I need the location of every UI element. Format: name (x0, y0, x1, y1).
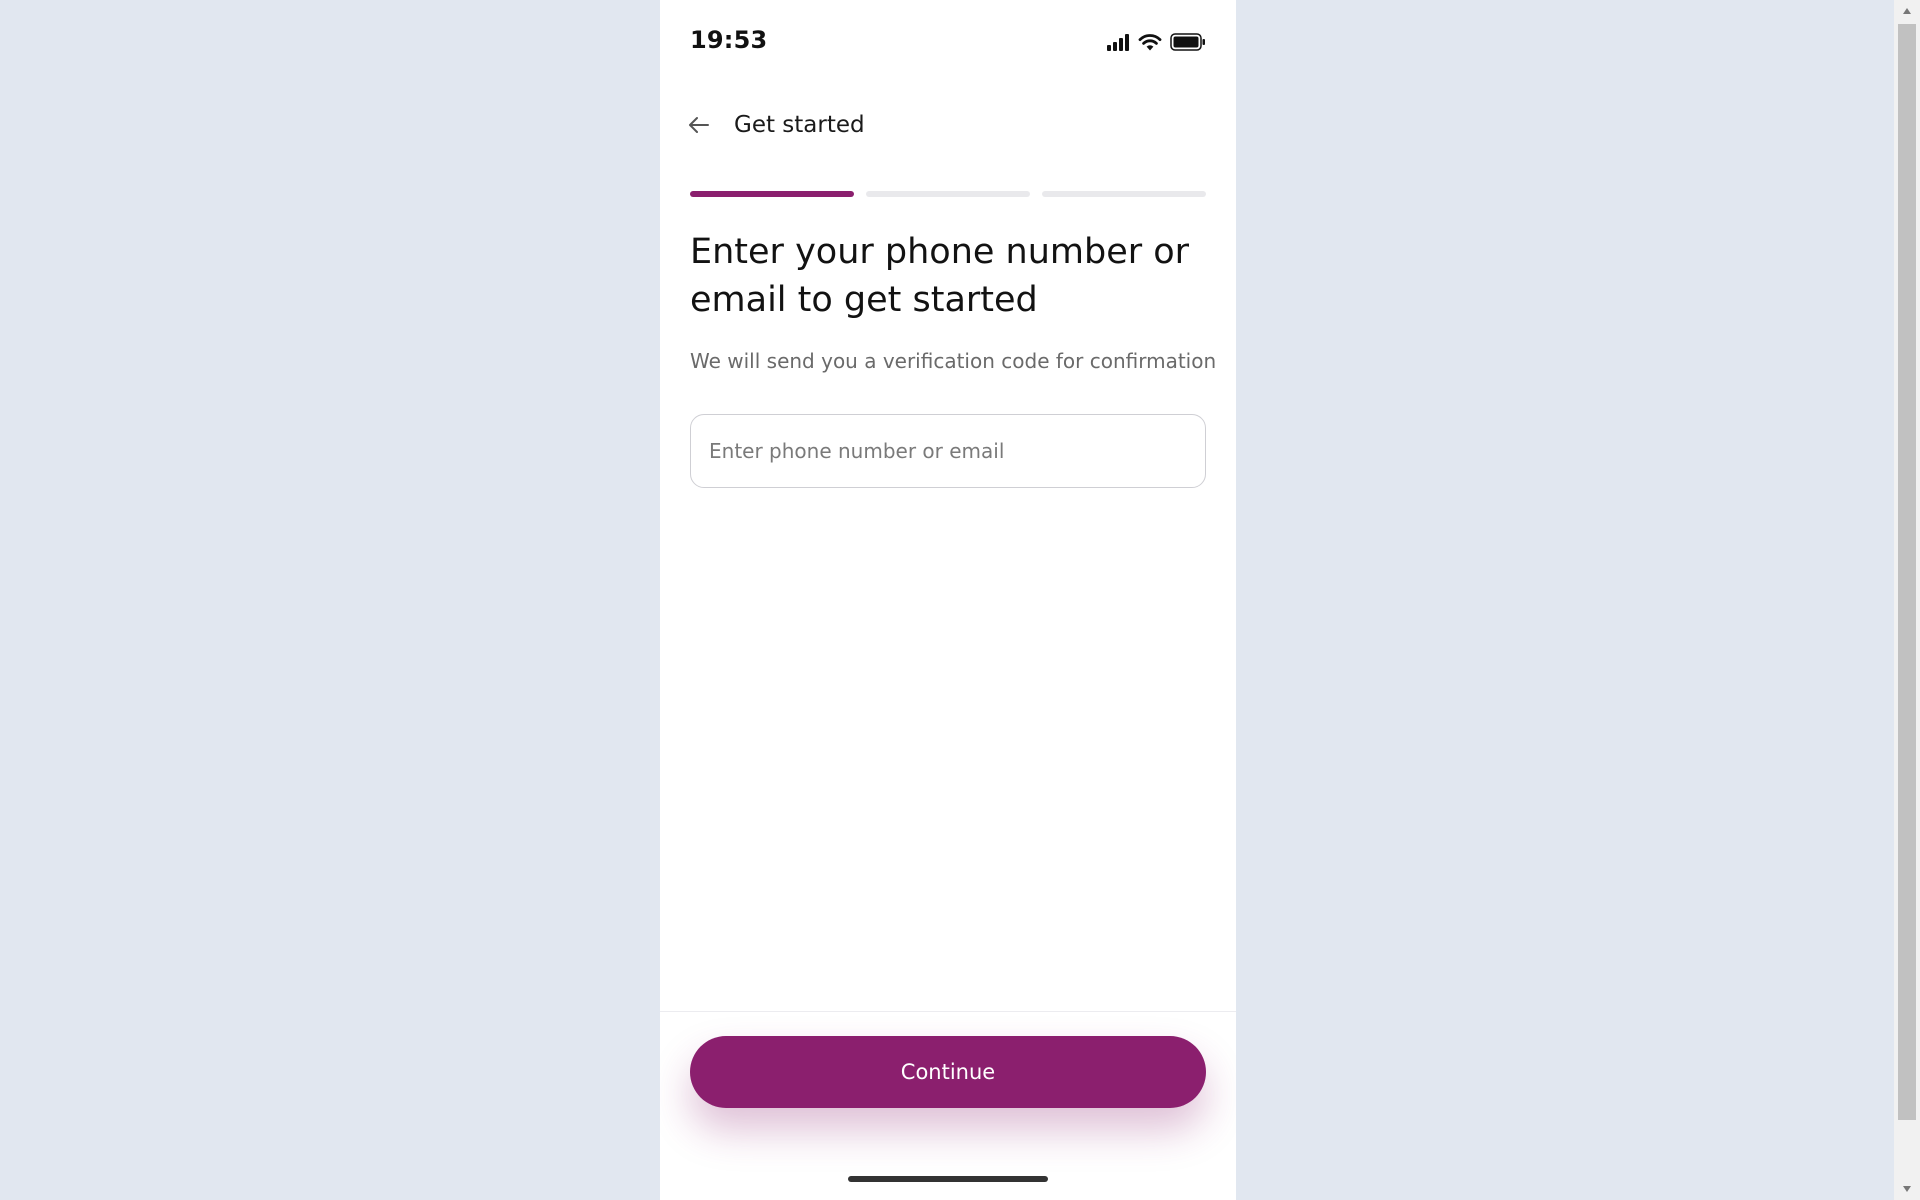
back-button[interactable] (682, 110, 716, 144)
scroll-down-arrow-icon[interactable] (1894, 1178, 1920, 1200)
step-progress-indicator (690, 191, 1206, 197)
status-bar: 19:53 (660, 0, 1236, 84)
status-icons (1106, 30, 1206, 54)
page-scrollbar[interactable] (1894, 0, 1920, 1200)
phone-or-email-input[interactable] (690, 414, 1206, 488)
page-title: Get started (734, 112, 865, 138)
home-indicator (848, 1176, 1048, 1182)
cellular-signal-icon (1106, 33, 1130, 51)
screen-header: Get started (660, 100, 1236, 154)
subtitle-text: We will send you a verification code for… (690, 349, 1217, 373)
scroll-up-arrow-icon[interactable] (1894, 0, 1920, 22)
progress-step-3 (1042, 191, 1206, 197)
arrow-left-icon (687, 113, 711, 141)
wifi-icon (1138, 33, 1162, 51)
scrollbar-thumb[interactable] (1898, 24, 1916, 1120)
main-heading: Enter your phone number or email to get … (690, 232, 1190, 320)
progress-step-1 (690, 191, 854, 197)
status-time: 19:53 (690, 26, 768, 54)
battery-icon (1170, 33, 1206, 51)
browser-viewport: 19:53 Get started Enter your phone numbe… (0, 0, 1920, 1200)
progress-step-2 (866, 191, 1030, 197)
continue-button[interactable]: Continue (690, 1036, 1206, 1108)
mobile-screen: 19:53 Get started Enter your phone numbe… (660, 0, 1236, 1200)
bottom-action-bar: Continue (660, 1011, 1236, 1200)
